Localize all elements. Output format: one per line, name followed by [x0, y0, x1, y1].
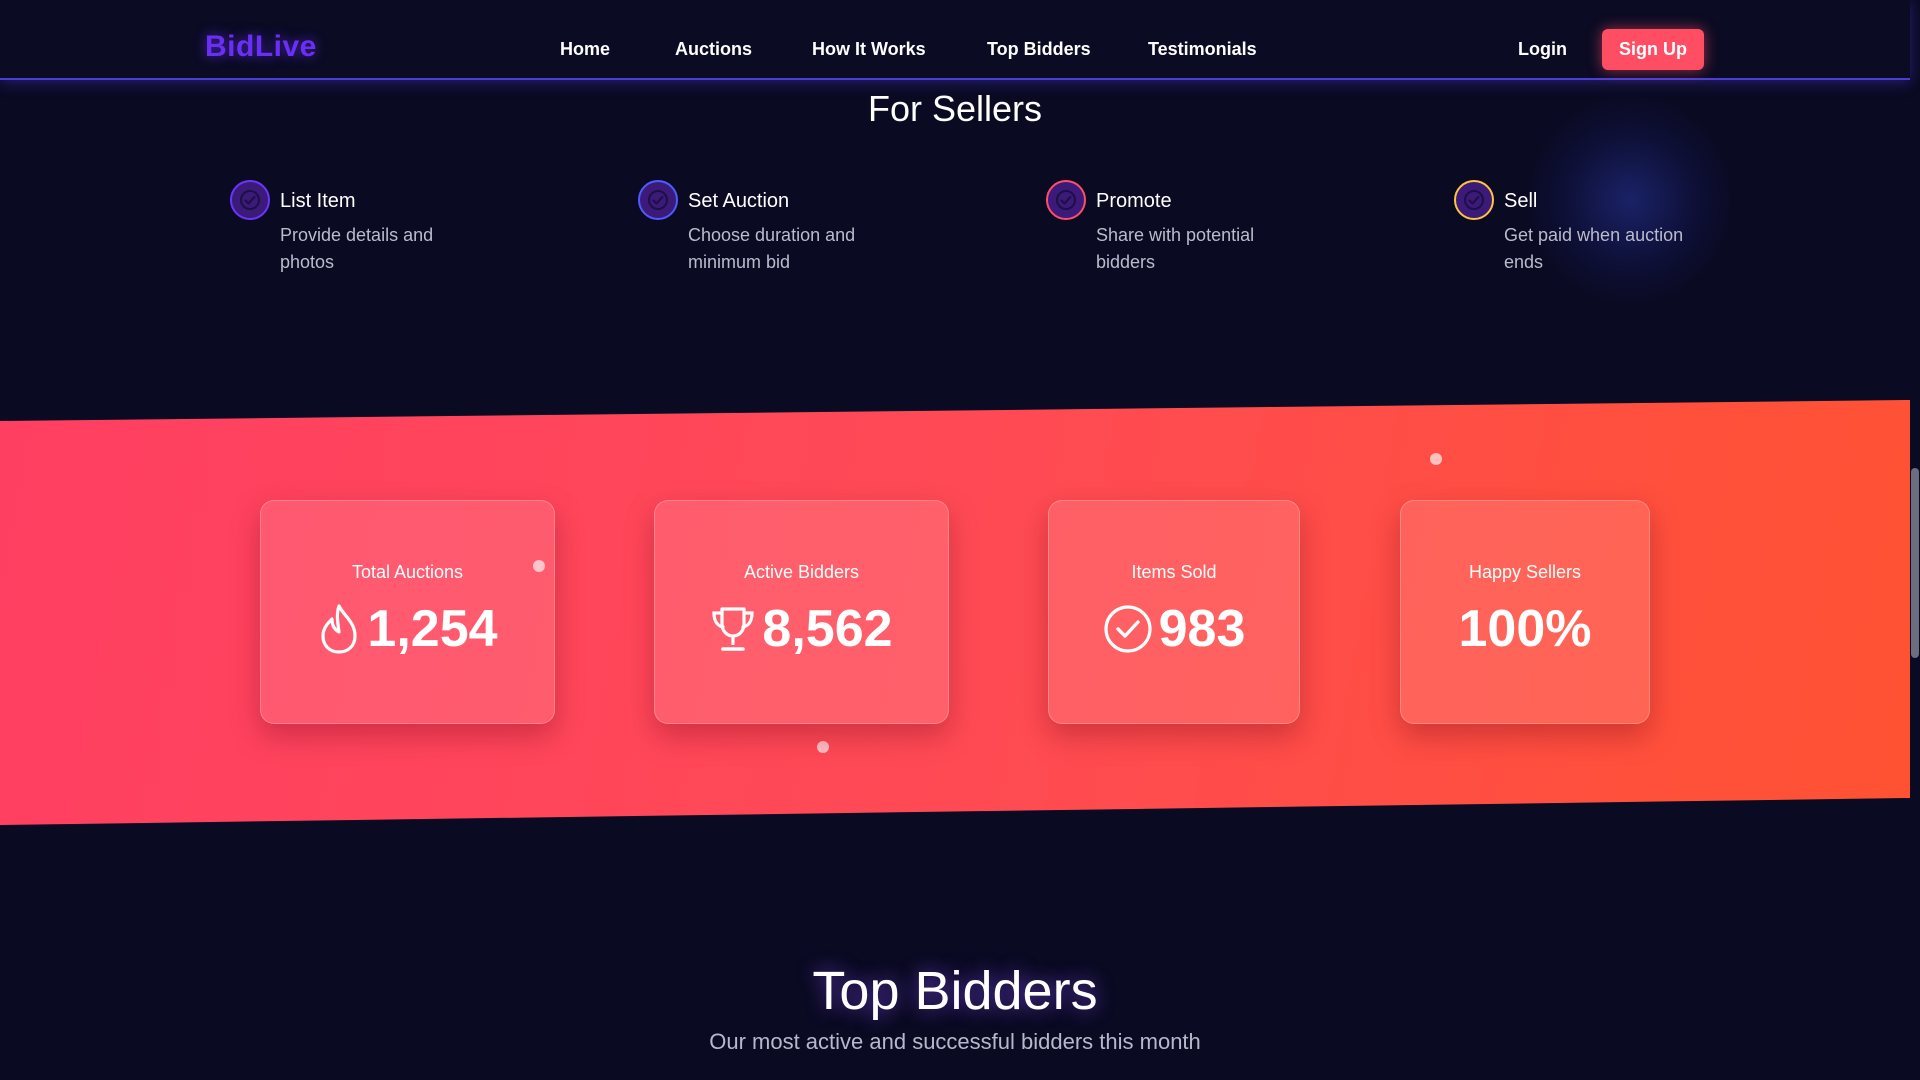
- stat-value: 983: [1158, 600, 1246, 658]
- signup-button[interactable]: Sign Up: [1602, 29, 1704, 70]
- decorative-dot: [1430, 453, 1442, 465]
- nav-link-top-bidders[interactable]: Top Bidders: [987, 39, 1091, 60]
- stat-label: Active Bidders: [743, 562, 860, 582]
- check-circle-icon: [1046, 180, 1086, 220]
- check-circle-icon: [230, 180, 270, 220]
- step-description: Share with potential bidders: [1096, 225, 1255, 272]
- check-circle-icon: [638, 180, 678, 220]
- trophy-icon: [710, 604, 756, 654]
- nav-link-how-it-works[interactable]: How It Works: [812, 39, 926, 60]
- flame-icon: [317, 602, 361, 656]
- logo[interactable]: BidLive: [205, 30, 317, 64]
- stat-card-happy-sellers: Happy Sellers 100%: [1400, 500, 1650, 724]
- nav-link-home[interactable]: Home: [560, 39, 610, 60]
- stat-label: Total Auctions: [351, 562, 464, 582]
- stat-value-row: 983: [1049, 599, 1299, 659]
- scrollbar-thumb[interactable]: [1911, 468, 1919, 658]
- step-title: Set Auction: [688, 190, 790, 212]
- stat-value: 8,562: [762, 600, 893, 658]
- nav-link-testimonials[interactable]: Testimonials: [1148, 39, 1257, 60]
- top-bidders-title: Top Bidders: [812, 961, 1098, 1021]
- stat-value-row: 8,562: [655, 599, 948, 659]
- step-title: Promote: [1096, 190, 1172, 212]
- stat-value-row: 100%: [1401, 599, 1649, 659]
- top-bidders-subtitle: Our most active and successful bidders t…: [709, 1029, 1201, 1054]
- stat-value: 1,254: [367, 600, 498, 658]
- decorative-dot: [817, 741, 829, 753]
- step-description: Provide details and photos: [280, 225, 434, 272]
- stat-card-active-bidders: Active Bidders 8,562: [654, 500, 949, 724]
- stat-card-items-sold: Items Sold 983: [1048, 500, 1300, 724]
- scrollbar-track[interactable]: [1910, 0, 1920, 1080]
- login-link[interactable]: Login: [1518, 39, 1567, 60]
- step-title: Sell: [1504, 190, 1538, 212]
- step-title: List Item: [280, 190, 356, 212]
- sellers-section-title: For Sellers: [867, 88, 1043, 129]
- stat-label: Items Sold: [1131, 562, 1217, 582]
- check-circle-icon: [1103, 604, 1153, 654]
- stat-card-total-auctions: Total Auctions 1,254: [260, 500, 555, 724]
- step-description: Choose duration and minimum bid: [688, 225, 856, 272]
- navbar: BidLive Home Auctions How It Works Top B…: [0, 0, 1910, 80]
- stat-label: Happy Sellers: [1468, 562, 1582, 582]
- check-circle-icon: [1454, 180, 1494, 220]
- stat-value-row: 1,254: [261, 599, 554, 659]
- step-description: Get paid when auction ends: [1504, 225, 1684, 272]
- nav-link-auctions[interactable]: Auctions: [675, 39, 752, 60]
- stat-value: 100%: [1458, 600, 1592, 658]
